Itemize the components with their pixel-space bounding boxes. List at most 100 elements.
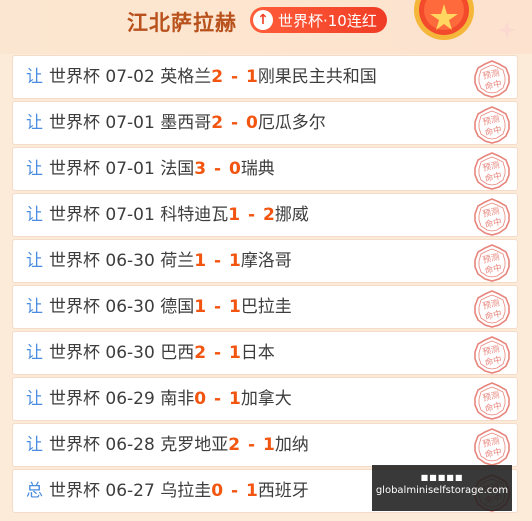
- away-score: 2: [262, 205, 275, 225]
- home-team: 巴西: [160, 343, 195, 363]
- away-score: 1: [228, 251, 241, 271]
- bet-type-tag: 让: [26, 389, 43, 409]
- home-team: 法国: [160, 159, 195, 179]
- match-date: 07-01: [105, 205, 155, 225]
- watermark-url: globalminiselfstorage.com: [375, 485, 509, 496]
- home-team: 荷兰: [160, 251, 195, 271]
- home-team: 克罗地亚: [160, 435, 229, 455]
- away-score: 0: [228, 159, 241, 179]
- score-separator: -: [225, 67, 244, 87]
- arrow-up-icon: ↑: [253, 10, 273, 30]
- match-date: 06-30: [105, 343, 155, 363]
- match-text: 让世界杯 06-30 荷兰1 - 1摩洛哥: [26, 240, 292, 282]
- home-score: 0: [194, 389, 207, 409]
- score-separator: -: [225, 113, 244, 133]
- score-separator: -: [208, 251, 227, 271]
- match-date: 06-29: [105, 389, 155, 409]
- match-list: 让世界杯 07-02 英格兰2 - 1刚果民主共和国 预测 命中让世界杯 07-01…: [12, 55, 518, 515]
- prediction-hit-stamp-icon: 预测命中: [474, 60, 510, 98]
- bet-type-tag: 让: [26, 297, 43, 317]
- prediction-hit-stamp-icon: 预测命中: [474, 244, 510, 282]
- prediction-hit-stamp-icon: 预测命中: [474, 428, 510, 466]
- match-text: 让世界杯 06-30 巴西2 - 1日本: [26, 332, 275, 374]
- match-date: 07-01: [105, 113, 155, 133]
- match-text: 让世界杯 07-01 科特迪瓦1 - 2挪威: [26, 194, 309, 236]
- away-team: 摩洛哥: [240, 251, 292, 271]
- away-score: 1: [245, 67, 258, 87]
- prediction-hit-stamp-icon: 预测命中: [474, 106, 510, 144]
- match-text: 让世界杯 06-30 德国1 - 1巴拉圭: [26, 286, 292, 328]
- home-team: 科特迪瓦: [160, 205, 229, 225]
- home-score: 1: [194, 251, 207, 271]
- league-name: 世界杯: [49, 297, 100, 317]
- league-name: 世界杯: [49, 67, 100, 87]
- score-separator: -: [208, 159, 227, 179]
- away-team: 日本: [240, 343, 275, 363]
- score-separator: -: [208, 343, 227, 363]
- league-name: 世界杯: [49, 159, 100, 179]
- match-text: 让世界杯 06-29 南非0 - 1加拿大: [26, 378, 292, 420]
- match-row[interactable]: 让世界杯 07-01 墨西哥2 - 0厄瓜多尔 预测 命中: [12, 101, 518, 145]
- watermark-dots: ■■■■■: [420, 473, 464, 482]
- away-team: 加拿大: [240, 389, 292, 409]
- match-date: 07-01: [105, 159, 155, 179]
- bet-type-tag: 让: [26, 113, 43, 133]
- score-separator: -: [242, 205, 261, 225]
- home-team: 南非: [160, 389, 195, 409]
- match-text: 让世界杯 07-02 英格兰2 - 1刚果民主共和国: [26, 56, 377, 98]
- home-team: 墨西哥: [160, 113, 212, 133]
- match-row[interactable]: 让世界杯 06-30 巴西2 - 1日本 预测 命中: [12, 331, 518, 375]
- score-separator: -: [242, 435, 261, 455]
- prediction-hit-stamp-icon: 预测命中: [474, 198, 510, 236]
- bet-type-tag: 让: [26, 343, 43, 363]
- match-text: 让世界杯 06-28 克罗地亚2 - 1加纳: [26, 424, 309, 466]
- prediction-hit-stamp-icon: 预测命中: [474, 382, 510, 420]
- home-team: 乌拉圭: [160, 481, 212, 501]
- home-score: 1: [228, 205, 241, 225]
- league-name: 世界杯: [49, 481, 100, 501]
- away-team: 加纳: [274, 435, 309, 455]
- match-row[interactable]: 让世界杯 06-28 克罗地亚2 - 1加纳 预测 命中: [12, 423, 518, 467]
- match-text: 让世界杯 07-01 墨西哥2 - 0厄瓜多尔: [26, 102, 326, 144]
- streak-badge[interactable]: ↑ 世界杯·10连红: [250, 7, 387, 33]
- match-row[interactable]: 让世界杯 06-30 荷兰1 - 1摩洛哥 预测 命中: [12, 239, 518, 283]
- away-score: 1: [245, 481, 258, 501]
- away-score: 1: [228, 343, 241, 363]
- home-team: 英格兰: [160, 67, 212, 87]
- medal-icon: [414, 0, 474, 40]
- match-row[interactable]: 让世界杯 07-01 法国3 - 0瑞典 预测 命中: [12, 147, 518, 191]
- match-row[interactable]: 让世界杯 06-29 南非0 - 1加拿大 预测 命中: [12, 377, 518, 421]
- streak-label: 世界杯·10连红: [278, 11, 377, 30]
- league-name: 世界杯: [49, 343, 100, 363]
- home-score: 0: [211, 481, 224, 501]
- away-team: 西班牙: [257, 481, 309, 501]
- league-name: 世界杯: [49, 435, 100, 455]
- bet-type-tag: 让: [26, 435, 43, 455]
- bet-type-tag: 让: [26, 67, 43, 87]
- away-score: 1: [228, 297, 241, 317]
- away-score: 1: [228, 389, 241, 409]
- score-separator: -: [208, 389, 227, 409]
- sparkle-icon: [498, 21, 516, 39]
- home-score: 3: [194, 159, 207, 179]
- match-date: 07-02: [105, 67, 155, 87]
- page-title: 江北萨拉赫: [127, 11, 237, 35]
- bet-type-tag: 总: [26, 481, 43, 501]
- home-score: 2: [228, 435, 241, 455]
- match-row[interactable]: 让世界杯 07-01 科特迪瓦1 - 2挪威 预测 命中: [12, 193, 518, 237]
- away-team: 巴拉圭: [240, 297, 292, 317]
- away-team: 厄瓜多尔: [257, 113, 326, 133]
- score-separator: -: [208, 297, 227, 317]
- league-name: 世界杯: [49, 113, 100, 133]
- match-row[interactable]: 让世界杯 06-30 德国1 - 1巴拉圭 预测 命中: [12, 285, 518, 329]
- home-team: 德国: [160, 297, 195, 317]
- match-date: 06-30: [105, 297, 155, 317]
- watermark: ■■■■■ globalminiselfstorage.com: [372, 465, 512, 511]
- match-row[interactable]: 让世界杯 07-02 英格兰2 - 1刚果民主共和国 预测 命中: [12, 55, 518, 99]
- match-text: 让世界杯 07-01 法国3 - 0瑞典: [26, 148, 275, 190]
- header-banner: 江北萨拉赫 ↑ 世界杯·10连红: [0, 0, 532, 54]
- league-name: 世界杯: [49, 205, 100, 225]
- bet-type-tag: 让: [26, 205, 43, 225]
- match-date: 06-30: [105, 251, 155, 271]
- home-score: 2: [211, 113, 224, 133]
